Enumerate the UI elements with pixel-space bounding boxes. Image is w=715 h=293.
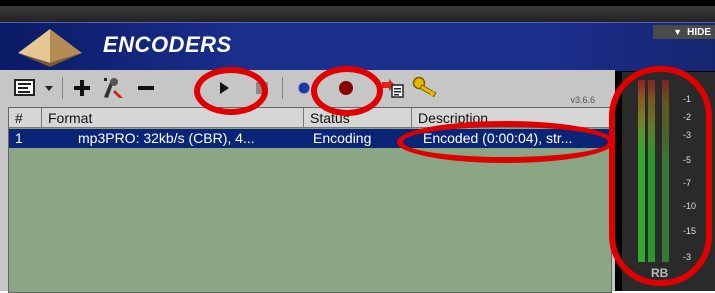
row-description: Encoded (0:00:04), str... [423, 130, 573, 146]
meter-scale-label: -1 [683, 94, 692, 104]
meter-scale-label: -3 [683, 252, 692, 262]
left-channel-bar [638, 80, 645, 262]
wizard-icon[interactable] [100, 76, 126, 100]
meter-scale-label: -5 [683, 155, 692, 165]
header-banner: ENCODERS [0, 22, 715, 71]
meter-scale-label: -10 [683, 201, 697, 211]
encoders-panel: v3.6.6 # Format Status Description 1 mp3… [0, 70, 615, 293]
toolbar: v3.6.6 [8, 74, 615, 105]
blue-dot-icon[interactable] [297, 80, 311, 96]
meter-scale-label: -15 [683, 226, 697, 236]
panel-title: ENCODERS [103, 32, 232, 57]
column-header-number[interactable]: # [9, 108, 42, 128]
key-icon[interactable] [412, 76, 442, 98]
record-icon[interactable] [336, 79, 356, 97]
meter-scale-label: -7 [683, 178, 692, 188]
play-icon[interactable] [214, 78, 234, 98]
remove-icon[interactable] [134, 77, 158, 99]
peak-channel-bar [662, 80, 669, 262]
settings-icon[interactable] [12, 77, 38, 99]
toolbar-separator [282, 77, 283, 99]
dropdown-arrow-icon[interactable] [42, 80, 56, 96]
hide-label: HIDE [687, 26, 711, 38]
toolbar-separator [62, 77, 63, 99]
column-header-format[interactable]: Format [42, 108, 304, 128]
table-row[interactable]: 1 mp3PRO: 32kb/s (CBR), 4... Encoding En… [9, 129, 611, 148]
pyramid-logo-icon [18, 29, 82, 67]
encoders-list: # Format Status Description 1 mp3PRO: 32… [8, 107, 612, 293]
import-icon[interactable] [380, 77, 406, 99]
row-format: mp3PRO: 32kb/s (CBR), 4... [78, 130, 255, 146]
row-number: 1 [15, 130, 23, 146]
column-header-description[interactable]: Description [412, 108, 611, 128]
meter-scale-label: -2 [683, 112, 692, 122]
hide-button[interactable]: ▼ HIDE [653, 25, 715, 39]
meter-footer-label: RB [651, 266, 669, 280]
meter-scale-label: -3 [683, 130, 692, 140]
level-meter [622, 72, 715, 291]
row-status: Encoding [313, 130, 372, 146]
hide-arrow-icon: ▼ [673, 27, 683, 37]
version-label: v3.6.6 [570, 95, 595, 105]
right-channel-bar [648, 80, 655, 262]
stop-icon[interactable] [253, 78, 271, 98]
column-header-status[interactable]: Status [304, 108, 412, 128]
add-icon[interactable] [70, 77, 94, 99]
